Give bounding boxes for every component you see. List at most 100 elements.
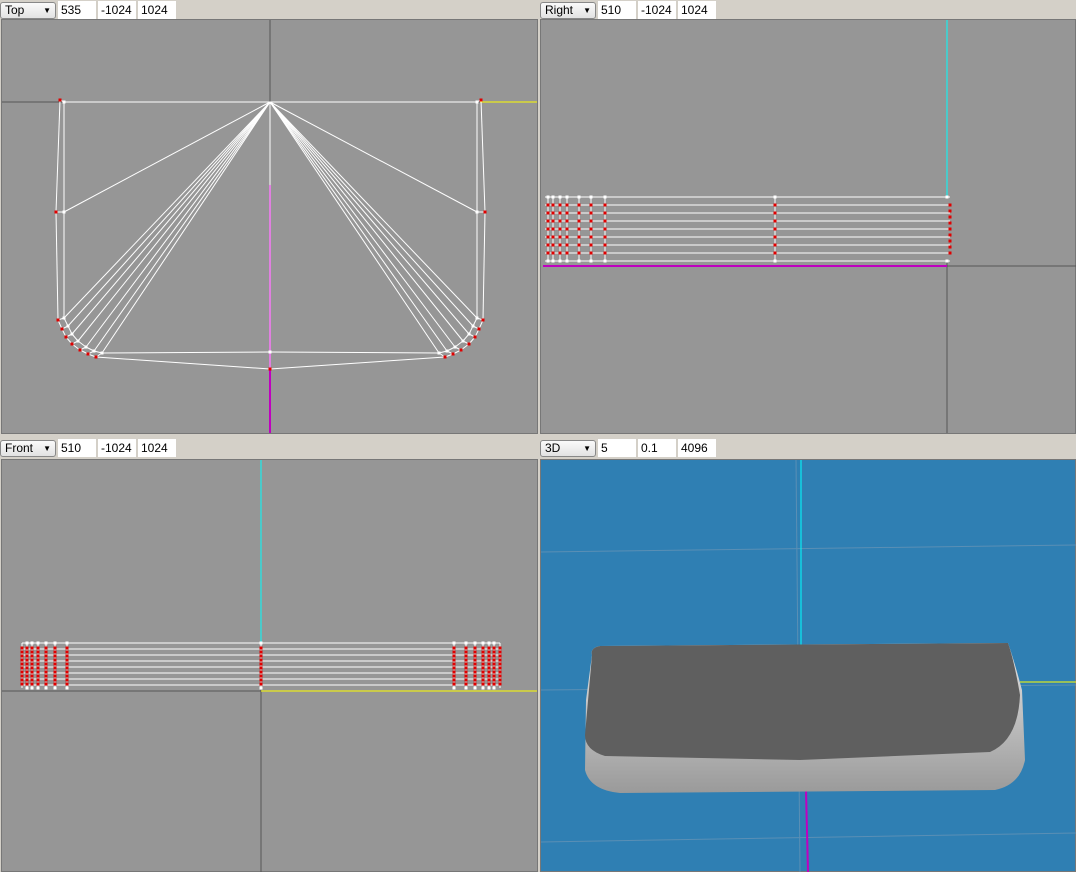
selected-vertex: [558, 251, 562, 255]
selected-vertex: [452, 662, 456, 666]
selected-vertex: [565, 211, 569, 215]
selected-vertex: [492, 646, 496, 650]
selected-vertex: [603, 219, 607, 223]
selected-vertex: [64, 335, 68, 339]
selected-vertex: [487, 666, 491, 670]
selected-vertex: [948, 251, 952, 255]
selected-vertex: [473, 658, 477, 662]
selected-vertex: [473, 674, 477, 678]
selected-vertex: [948, 239, 952, 243]
selected-vertex: [452, 670, 456, 674]
selected-vertex: [589, 251, 593, 255]
selected-vertex: [498, 666, 502, 670]
selected-vertex: [20, 662, 24, 666]
selected-vertex: [577, 251, 581, 255]
vertex: [492, 641, 496, 645]
wire-edge: [269, 101, 448, 352]
vertex: [44, 686, 48, 690]
selected-vertex: [44, 678, 48, 682]
selected-vertex: [498, 646, 502, 650]
wire-edge: [101, 101, 271, 354]
selected-vertex: [479, 98, 483, 102]
vertex: [589, 259, 593, 263]
wire-edge: [101, 351, 271, 354]
selected-vertex: [56, 318, 60, 322]
vertex: [453, 345, 457, 349]
selected-vertex: [551, 251, 555, 255]
selected-vertex: [546, 211, 550, 215]
selected-vertex: [20, 670, 24, 674]
vertex: [546, 259, 550, 263]
selected-vertex: [53, 674, 57, 678]
selected-vertex: [25, 682, 29, 686]
selected-vertex: [44, 666, 48, 670]
selected-vertex: [53, 658, 57, 662]
vertex: [92, 349, 96, 353]
selected-vertex: [53, 662, 57, 666]
selected-vertex: [268, 367, 272, 371]
vertex: [464, 641, 468, 645]
selected-vertex: [558, 243, 562, 247]
vertex: [473, 641, 477, 645]
selected-vertex: [25, 670, 29, 674]
vertex: [481, 641, 485, 645]
vertex: [65, 686, 69, 690]
selected-vertex: [452, 654, 456, 658]
selected-vertex: [546, 243, 550, 247]
selected-vertex: [30, 654, 34, 658]
selected-vertex: [464, 650, 468, 654]
selected-vertex: [473, 646, 477, 650]
selected-vertex: [452, 666, 456, 670]
selected-vertex: [53, 650, 57, 654]
selected-vertex: [452, 658, 456, 662]
selected-vertex: [487, 662, 491, 666]
vertex: [945, 259, 949, 263]
selected-vertex: [603, 203, 607, 207]
selected-vertex: [464, 666, 468, 670]
front-view-wireframe: [2, 460, 537, 872]
selected-vertex: [44, 662, 48, 666]
selected-vertex: [44, 670, 48, 674]
selected-vertex: [565, 235, 569, 239]
selected-vertex: [25, 650, 29, 654]
selected-vertex: [487, 682, 491, 686]
selected-vertex: [481, 650, 485, 654]
selected-vertex: [20, 646, 24, 650]
selected-vertex: [36, 682, 40, 686]
selected-vertex: [551, 219, 555, 223]
selected-vertex: [551, 211, 555, 215]
selected-vertex: [464, 658, 468, 662]
vertex: [481, 686, 485, 690]
selected-vertex: [44, 646, 48, 650]
selected-vertex: [603, 251, 607, 255]
vertex: [437, 351, 441, 355]
selected-vertex: [36, 650, 40, 654]
selected-vertex: [467, 342, 471, 346]
vertex: [62, 316, 66, 320]
selected-vertex: [565, 203, 569, 207]
selected-vertex: [558, 203, 562, 207]
wire-edge: [85, 101, 271, 348]
selected-vertex: [30, 658, 34, 662]
wire-edge: [482, 211, 486, 321]
selected-vertex: [25, 662, 29, 666]
vertex: [100, 351, 104, 355]
selected-vertex: [546, 203, 550, 207]
selected-vertex: [65, 650, 69, 654]
selected-vertex: [25, 658, 29, 662]
selected-vertex: [481, 662, 485, 666]
selected-vertex: [589, 203, 593, 207]
selected-vertex: [603, 227, 607, 231]
vertex: [36, 686, 40, 690]
selected-vertex: [565, 227, 569, 231]
selected-vertex: [487, 646, 491, 650]
selected-vertex: [25, 678, 29, 682]
selected-vertex: [477, 327, 481, 331]
wire-edge: [269, 101, 456, 348]
wire-edge: [71, 101, 271, 335]
selected-vertex: [259, 674, 263, 678]
selected-vertex: [44, 658, 48, 662]
wire-edge: [63, 101, 271, 319]
vertex: [473, 686, 477, 690]
selected-vertex: [773, 227, 777, 231]
